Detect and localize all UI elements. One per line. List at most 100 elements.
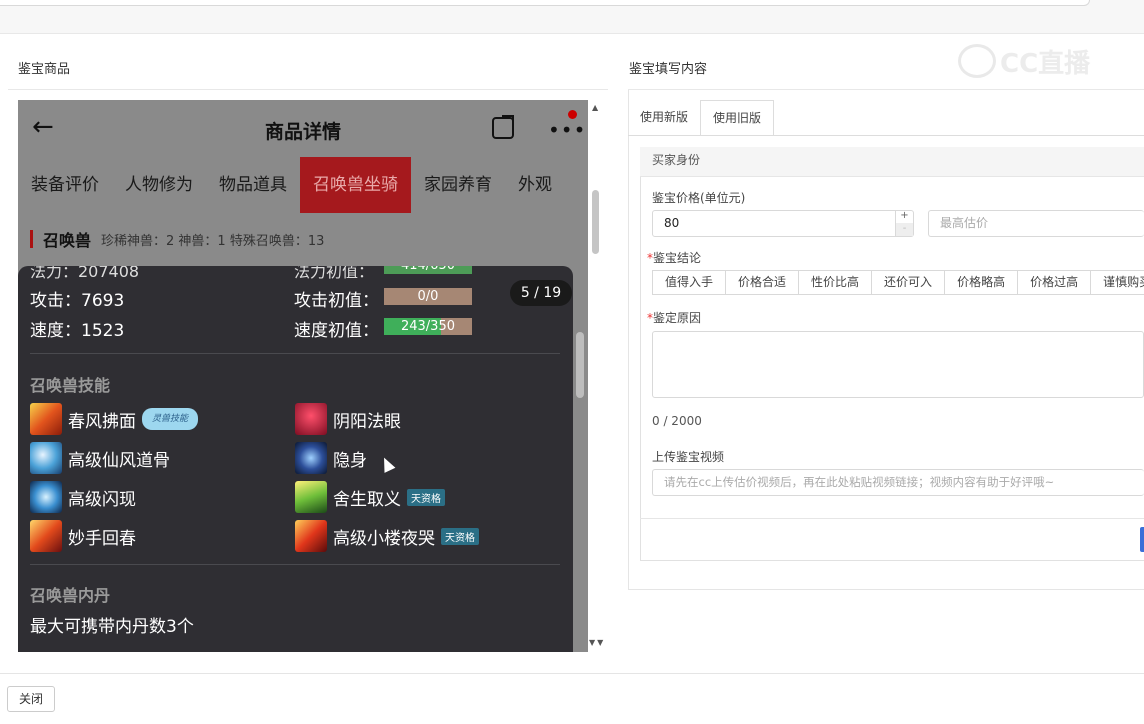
skill-name: 高级仙风道骨 [68, 450, 170, 471]
tab-appearance[interactable]: 外观 [505, 157, 565, 213]
sacrifice-icon [295, 481, 327, 513]
skill-name: 妙手回春 [68, 528, 136, 549]
left-section-title: 鉴宝商品 [18, 62, 71, 77]
stealth-icon [295, 442, 327, 474]
section-marker [30, 230, 33, 248]
tab-new-version[interactable]: 使用新版 [628, 100, 700, 136]
skill-name: 高级闪现 [68, 489, 136, 510]
cc-watermark: CC直播 [958, 42, 1108, 80]
attack-init-label: 攻击初值： [294, 291, 379, 311]
tab-items[interactable]: 物品道具 [206, 157, 300, 213]
address-bar-edge [0, 0, 1090, 6]
watermark-text: CC直播 [1000, 48, 1091, 79]
talent-badge: 天资格 [441, 527, 479, 545]
tab-character[interactable]: 人物修为 [112, 157, 206, 213]
skill-item[interactable]: 妙手回春 [30, 520, 136, 552]
reason-textarea[interactable] [652, 331, 1144, 398]
flash-icon [30, 481, 62, 513]
skill-name: 春风拂面 [68, 411, 136, 432]
rejuvenation-icon [30, 520, 62, 552]
skill-item[interactable]: 春风拂面 灵兽技能 [30, 403, 198, 435]
increment-icon[interactable]: + [896, 210, 913, 223]
close-button[interactable]: 关闭 [7, 686, 55, 712]
option-fair-price[interactable]: 价格合适 [725, 270, 800, 295]
skill-item[interactable]: 高级闪现 [30, 481, 136, 513]
option-cautious[interactable]: 谨慎购买 [1090, 270, 1144, 295]
skill-item[interactable]: 阴阳法眼 [295, 403, 401, 435]
option-good-value[interactable]: 性价比高 [798, 270, 873, 295]
skills-title: 召唤兽技能 [30, 376, 111, 395]
mana-init-bar: 414/650 [384, 266, 472, 274]
outer-scrollbar-thumb[interactable] [592, 190, 599, 254]
skill-name: 高级小楼夜哭 [333, 528, 435, 549]
footer-divider [0, 673, 1144, 674]
tab-equipment[interactable]: 装备评价 [18, 157, 112, 213]
inner-scrollbar-thumb[interactable] [576, 332, 584, 398]
max-price-input[interactable]: 最高估价 [928, 210, 1144, 237]
phone-header: ← 商品详情 ••• [18, 100, 588, 157]
option-haggle[interactable]: 还价可入 [871, 270, 946, 295]
option-worth-buying[interactable]: 值得入手 [652, 270, 727, 295]
option-too-high[interactable]: 价格过高 [1017, 270, 1092, 295]
yin-yang-eye-icon [295, 403, 327, 435]
reason-label: *鉴定原因 [647, 311, 702, 325]
tab-pets-mounts[interactable]: 召唤兽坐骑 [300, 157, 411, 213]
talent-badge: 天资格 [407, 488, 445, 506]
page-indicator: 5 / 19 [510, 280, 572, 306]
tab-home[interactable]: 家园养育 [411, 157, 505, 213]
video-label: 上传鉴宝视频 [652, 450, 725, 464]
tab-old-version[interactable]: 使用旧版 [700, 100, 775, 136]
cc-logo-icon [958, 44, 996, 78]
price-input[interactable]: 80 [652, 210, 914, 237]
core-title: 召唤兽内丹 [30, 586, 111, 605]
mana-init-label: 法力初值： [294, 266, 375, 281]
immortal-wind-icon [30, 442, 62, 474]
skill-item[interactable]: 隐身 [295, 442, 367, 474]
spirit-skill-badge: 灵兽技能 [142, 408, 198, 430]
conclusion-label: *鉴宝结论 [647, 251, 702, 265]
share-icon[interactable] [492, 115, 514, 139]
mana-label: 法力：207408 [30, 266, 140, 281]
skill-name: 舍生取义 [333, 489, 401, 510]
panel-title: 买家身份 [640, 147, 1144, 177]
price-stepper[interactable]: + - [895, 210, 913, 237]
pet-detail-card: 法力：207408 法力初值： 414/650 攻击：7693 攻击初值： 0/… [18, 266, 573, 652]
night-cry-icon [295, 520, 327, 552]
category-tabs: 装备评价 人物修为 物品道具 召唤兽坐骑 家园养育 外观 [18, 157, 588, 213]
scroll-up-icon[interactable]: ▲ [592, 103, 598, 112]
divider [30, 564, 560, 565]
version-tabs: 使用新版 使用旧版 [628, 100, 775, 136]
pet-section-title: 召唤兽 [43, 231, 92, 250]
browser-top-bar [0, 0, 1144, 34]
skill-item[interactable]: 高级小楼夜哭 天资格 [295, 520, 479, 552]
notification-dot [568, 110, 577, 119]
speed-init-bar: 243/350 [384, 318, 472, 335]
speed-label: 速度：1523 [30, 321, 125, 341]
speed-init-label: 速度初值： [294, 321, 379, 341]
core-text: 最大可携带内丹数3个 [30, 617, 194, 637]
right-section-title: 鉴宝填写内容 [629, 62, 708, 77]
attack-label: 攻击：7693 [30, 291, 125, 311]
scroll-down-icon[interactable]: ▼▼ [589, 638, 605, 647]
decrement-icon[interactable]: - [896, 223, 913, 236]
conclusion-options: 值得入手 价格合适 性价比高 还价可入 价格略高 价格过高 谨慎购买 [652, 270, 1144, 295]
skill-name: 阴阳法眼 [333, 411, 401, 432]
video-link-input[interactable]: 请先在cc上传估价视频后，再在此处粘贴视频链接；视频内容有助于好评哦~ [652, 469, 1144, 496]
skill-item[interactable]: 舍生取义 天资格 [295, 481, 445, 513]
skill-name: 隐身 [333, 450, 367, 471]
item-detail-view[interactable]: ← 商品详情 ••• 装备评价 人物修为 物品道具 召唤兽坐骑 家园养育 外观 … [18, 100, 588, 652]
pet-counts: 珍稀神兽：2 神兽：1 特殊召唤兽：13 [101, 233, 325, 249]
pet-summary-row: 召唤兽 珍稀神兽：2 神兽：1 特殊召唤兽：13 [30, 228, 324, 250]
more-icon[interactable]: ••• [548, 118, 586, 142]
tabs-underline [628, 135, 1144, 136]
price-label: 鉴宝价格(单位元) [652, 191, 746, 205]
char-counter: 0 / 2000 [652, 414, 702, 428]
spring-breeze-icon [30, 403, 62, 435]
attack-init-bar: 0/0 [384, 288, 472, 305]
option-slightly-high[interactable]: 价格略高 [944, 270, 1019, 295]
submit-button[interactable] [1140, 527, 1144, 552]
panel-footer-divider [640, 518, 1144, 519]
divider [30, 353, 560, 354]
skill-item[interactable]: 高级仙风道骨 [30, 442, 170, 474]
left-divider [8, 89, 608, 90]
